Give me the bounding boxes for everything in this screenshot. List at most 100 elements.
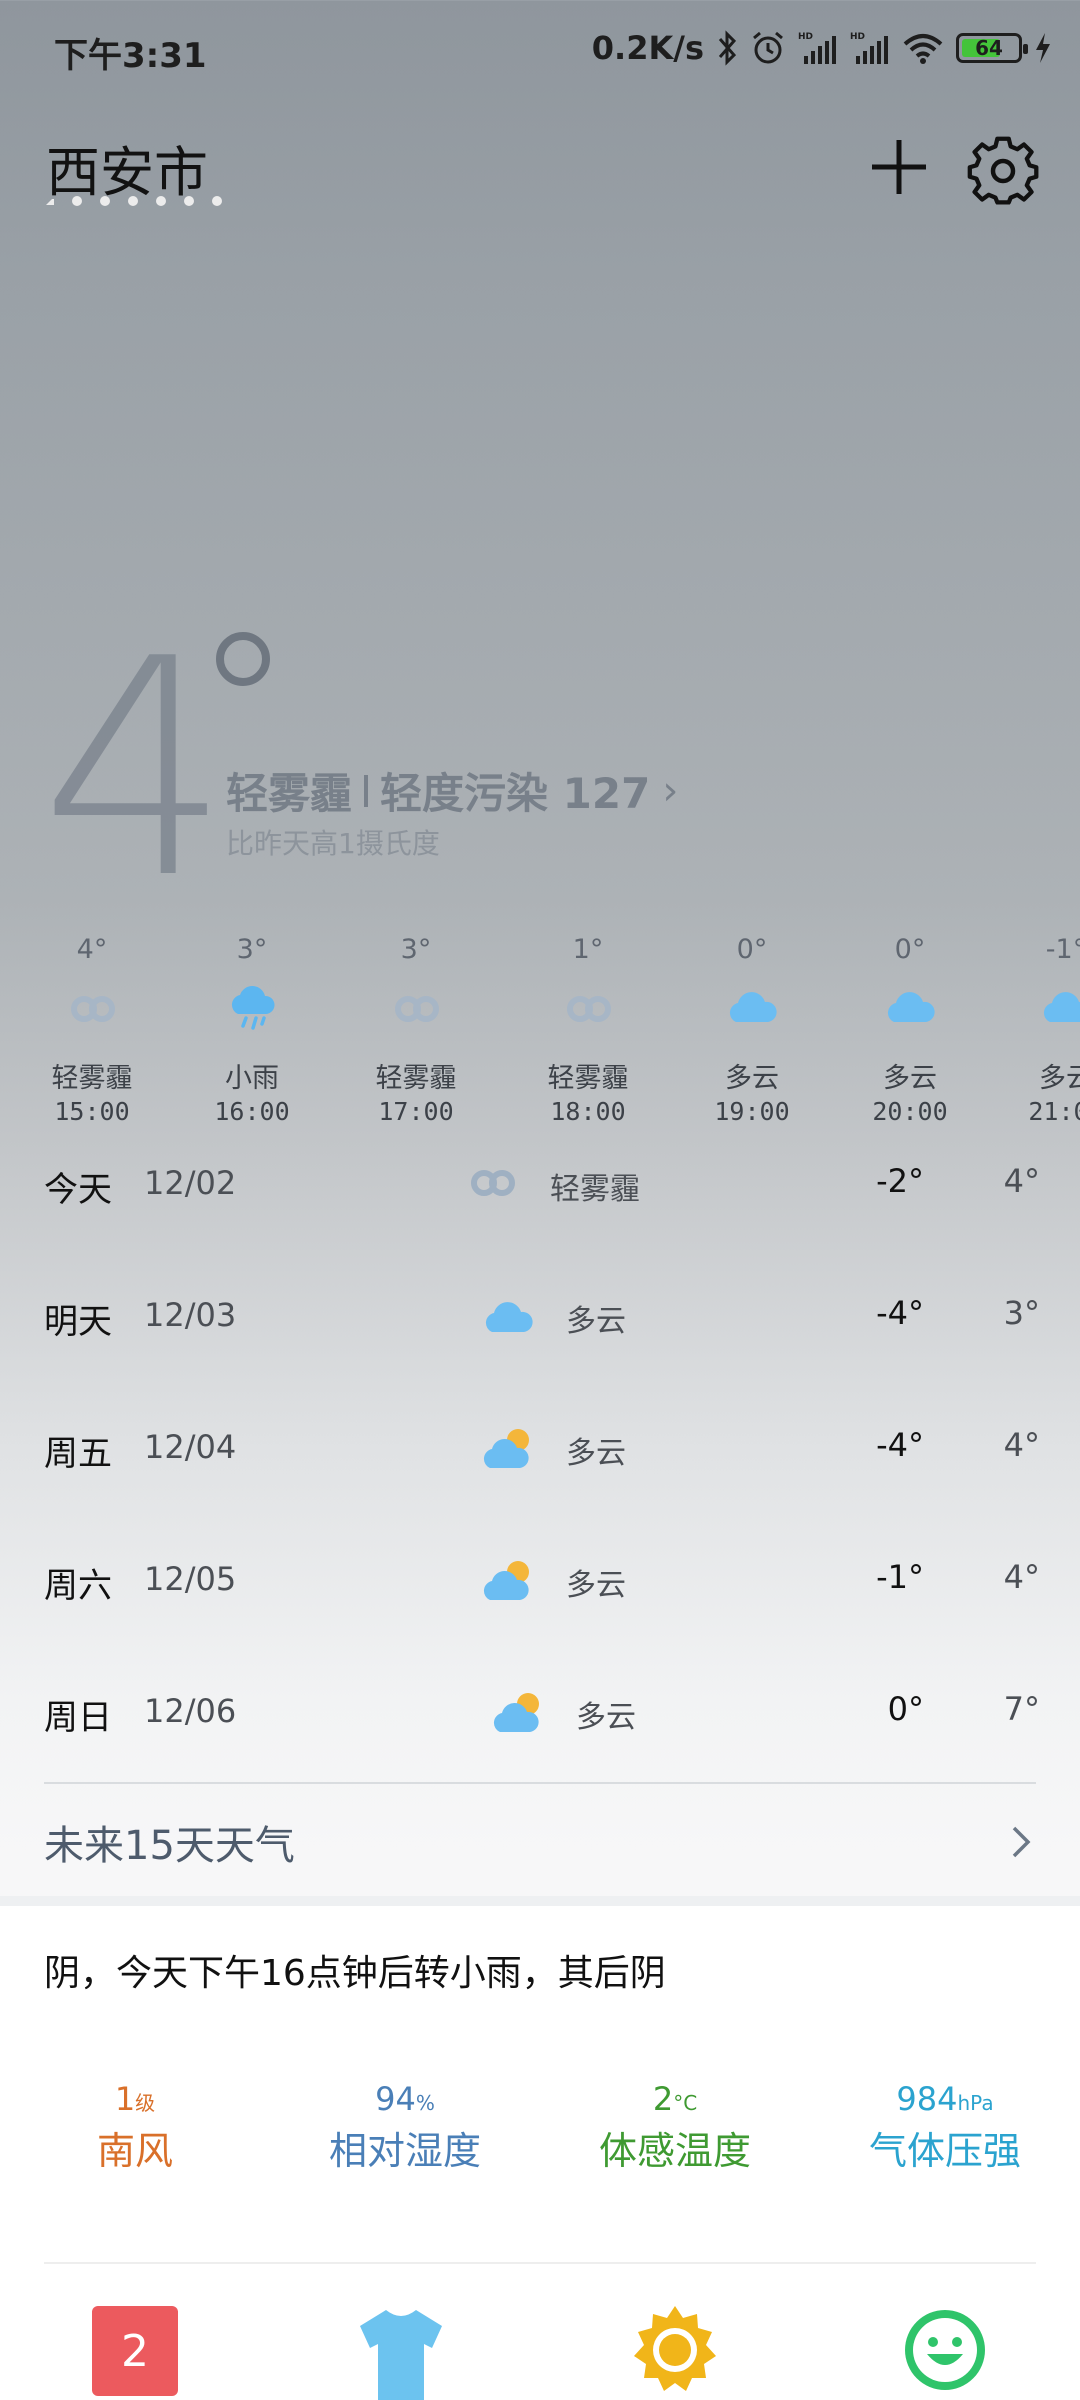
metric-feels-like[interactable]: 2°C 体感温度	[540, 2080, 810, 2175]
metric-wind[interactable]: 1级 南风	[0, 2080, 270, 2175]
metric-label: 相对湿度	[328, 2129, 481, 2173]
metric-humidity[interactable]: 94% 相对湿度	[270, 2080, 540, 2175]
wifi-icon	[903, 34, 943, 64]
hour-time: 17:00	[378, 1097, 454, 1126]
page-dot	[100, 196, 110, 206]
day-desc: 多云	[576, 1700, 636, 1735]
metric-label: 南风	[96, 2129, 173, 2173]
metric-value: 984	[896, 2080, 958, 2118]
aqi-condition: 轻雾霾	[226, 769, 353, 818]
hour-desc: 多云	[1039, 1063, 1080, 1094]
day-date: 12/06	[144, 1692, 237, 1730]
degree-symbol	[216, 632, 270, 686]
hour-temp: 4°	[76, 934, 108, 965]
cloud-icon	[1043, 992, 1080, 1022]
cloud-icon	[887, 992, 935, 1022]
metric-value: 1	[114, 2080, 136, 2118]
air-quality-link[interactable]: 轻雾霾 轻度污染 127 ›	[226, 760, 678, 821]
day-desc: 多云	[566, 1304, 626, 1339]
page-indicator	[46, 196, 222, 206]
partly-cloudy-icon	[483, 1429, 529, 1468]
rain-icon	[231, 986, 275, 1030]
hour-desc: 轻雾霾	[375, 1063, 457, 1094]
daily-row[interactable]: 周日 12/06 多云 0° 7°	[44, 1676, 1044, 1756]
calendar-button[interactable]: 2	[92, 2306, 182, 2400]
day-low: -4°	[876, 1426, 924, 1464]
forecast-15-label: 未来15天天气	[44, 1823, 295, 1869]
temperature-comparison: 比昨天高1摄氏度	[226, 827, 440, 860]
hour-time: 20:00	[872, 1097, 948, 1126]
daily-row[interactable]: 明天 12/03 多云 -4° 3°	[44, 1280, 1044, 1360]
cloud-icon	[485, 1302, 533, 1332]
calendar-icon: 2	[92, 2306, 178, 2396]
partly-cloudy-icon	[493, 1693, 539, 1732]
forecast-15-days-link[interactable]: 未来15天天气	[44, 1802, 1040, 1882]
location-indicator-icon	[46, 197, 54, 205]
metric-unit: hPa	[957, 2091, 994, 2115]
tool-bar: 2	[0, 2300, 1080, 2400]
clothing-icon	[360, 2310, 442, 2400]
svg-text:HD: HD	[798, 32, 813, 42]
calendar-day: 2	[121, 2325, 149, 2377]
day-high: 3°	[1003, 1294, 1040, 1332]
battery-level: 64	[975, 36, 1003, 60]
hourly-forecast[interactable]: 4° 轻雾霾 15:00 3° 小雨 16:00 3° 轻雾霾 17:00 1°…	[0, 934, 1080, 1126]
partly-cloudy-icon	[483, 1561, 529, 1600]
haze-icon	[567, 996, 611, 1022]
daily-row[interactable]: 周五 12/04 多云 -4° 4°	[44, 1412, 1044, 1492]
haze-icon	[395, 996, 439, 1022]
day-low: -4°	[876, 1294, 924, 1332]
haze-icon	[471, 1170, 515, 1196]
day-date: 12/05	[144, 1560, 237, 1598]
hourly-item: 0° 多云 19:00	[682, 934, 822, 1126]
smiley-icon	[905, 2310, 985, 2390]
hourly-item: -1° 多云 21:00	[996, 934, 1080, 1126]
day-high: 4°	[1003, 1162, 1040, 1200]
day-high: 4°	[1003, 1426, 1040, 1464]
day-date: 12/03	[144, 1296, 237, 1334]
clothing-button[interactable]	[356, 2304, 446, 2400]
day-name: 周五	[44, 1434, 112, 1474]
daily-row[interactable]: 周六 12/05 多云 -1° 4°	[44, 1544, 1044, 1624]
add-city-button[interactable]	[866, 134, 932, 200]
hour-time: 16:00	[214, 1097, 290, 1126]
current-temperature: 4	[40, 595, 231, 944]
day-name: 今天	[44, 1170, 112, 1210]
metric-unit: %	[415, 2091, 435, 2115]
mood-button[interactable]	[900, 2302, 990, 2400]
divider	[44, 1782, 1036, 1784]
divider	[44, 2262, 1036, 2264]
day-low: -1°	[876, 1558, 924, 1596]
hour-temp: -1°	[1045, 934, 1080, 965]
settings-button[interactable]	[966, 134, 1040, 208]
hour-time: 15:00	[54, 1097, 130, 1126]
metric-label: 气体压强	[868, 2129, 1021, 2173]
chevron-right-icon: ›	[662, 767, 679, 814]
day-desc: 轻雾霾	[550, 1172, 640, 1207]
uv-button[interactable]	[630, 2302, 720, 2400]
hd-signal-icon: HD	[798, 32, 836, 64]
metric-pressure[interactable]: 984hPa 气体压强	[810, 2080, 1080, 2175]
day-high: 4°	[1003, 1558, 1040, 1596]
day-desc: 多云	[566, 1436, 626, 1471]
plus-icon	[872, 140, 926, 194]
hour-desc: 小雨	[225, 1063, 279, 1094]
alarm-icon	[753, 31, 783, 64]
hour-temp: 0°	[736, 934, 768, 965]
net-speed: 0.2K/s	[591, 29, 704, 67]
day-name: 周日	[44, 1698, 112, 1738]
hour-temp: 3°	[400, 934, 432, 965]
metric-value: 94	[375, 2080, 416, 2118]
hour-desc: 多云	[725, 1063, 779, 1094]
hourly-item: 3° 轻雾霾 17:00	[346, 934, 486, 1126]
day-name: 周六	[44, 1566, 112, 1606]
weather-metrics: 1级 南风 94% 相对湿度 2°C 体感温度 984hPa 气体压强	[0, 2080, 1080, 2190]
hour-desc: 多云	[883, 1063, 937, 1094]
daily-row[interactable]: 今天 12/02 轻雾霾 -2° 4°	[44, 1148, 1044, 1228]
page-dot	[156, 196, 166, 206]
page-dot	[184, 196, 194, 206]
day-low: 0°	[887, 1690, 924, 1728]
hourly-item: 4° 轻雾霾 15:00	[22, 934, 162, 1126]
hour-temp: 3°	[236, 934, 268, 965]
page-dot	[72, 196, 82, 206]
